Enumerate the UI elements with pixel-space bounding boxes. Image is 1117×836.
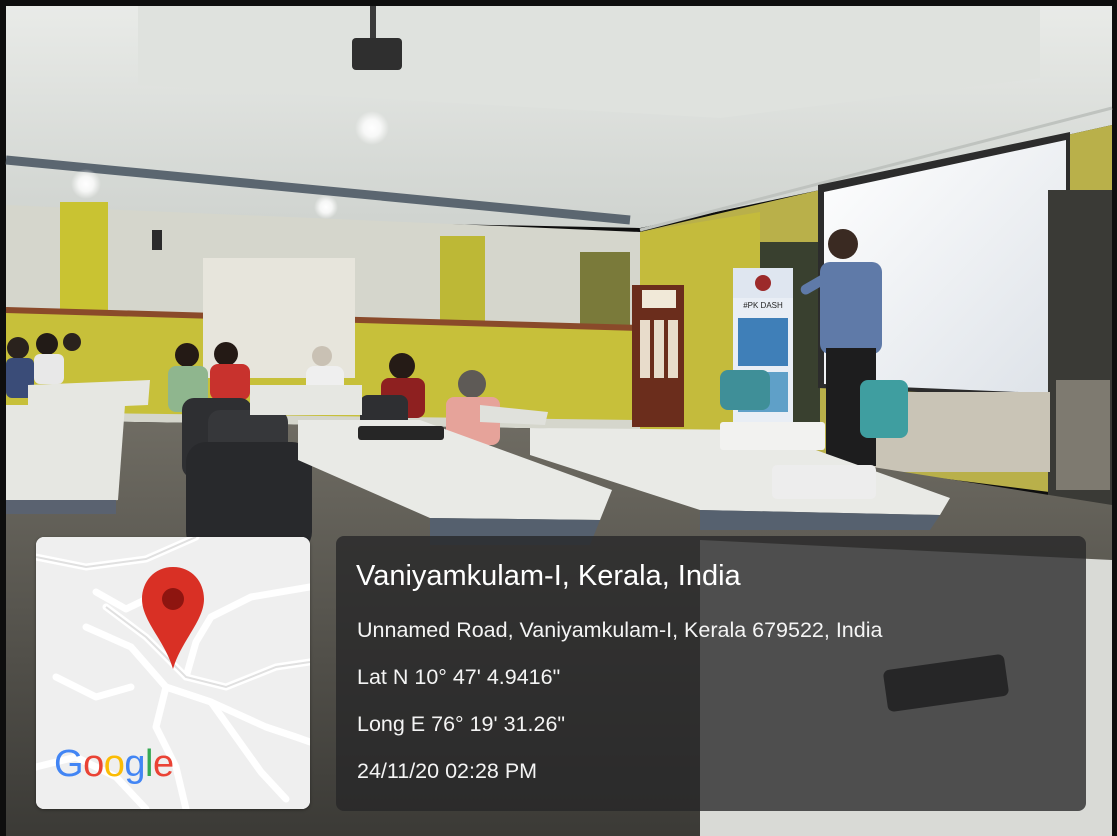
ceiling-light [71,169,101,199]
google-logo-letter: o [103,743,125,785]
datetime-text: 24/11/20 02:28 PM [357,759,538,783]
projector-on-desk [772,465,876,499]
ceiling-light [314,195,338,219]
google-logo-letter: g [124,743,145,785]
google-logo-letter: o [83,743,104,785]
geotag-info-panel: Vaniyamkulam-I, Kerala, India Unnamed Ro… [336,536,1086,811]
map-thumbnail: Google [36,537,310,809]
classroom-photo: #PK DASH Google Vaniyamkulam-I, Kerala, … [0,0,1117,836]
ceiling-projector [352,38,402,70]
google-logo: Google [54,745,174,783]
location-address: Unnamed Road, Vaniyamkulam-I, Kerala 679… [357,618,883,642]
ceiling-light [355,111,389,145]
google-logo-letter: l [144,743,153,785]
yellow-column [60,202,108,312]
location-title: Vaniyamkulam-I, Kerala, India [356,560,741,592]
latitude-text: Lat N 10° 47' 4.9416" [357,665,561,689]
longitude-text: Long E 76° 19' 31.26" [357,712,566,736]
banner-text: #PK DASH [743,301,783,310]
google-logo-letter: e [152,743,174,785]
yellow-column [440,236,485,326]
google-logo-letter: G [54,743,84,785]
